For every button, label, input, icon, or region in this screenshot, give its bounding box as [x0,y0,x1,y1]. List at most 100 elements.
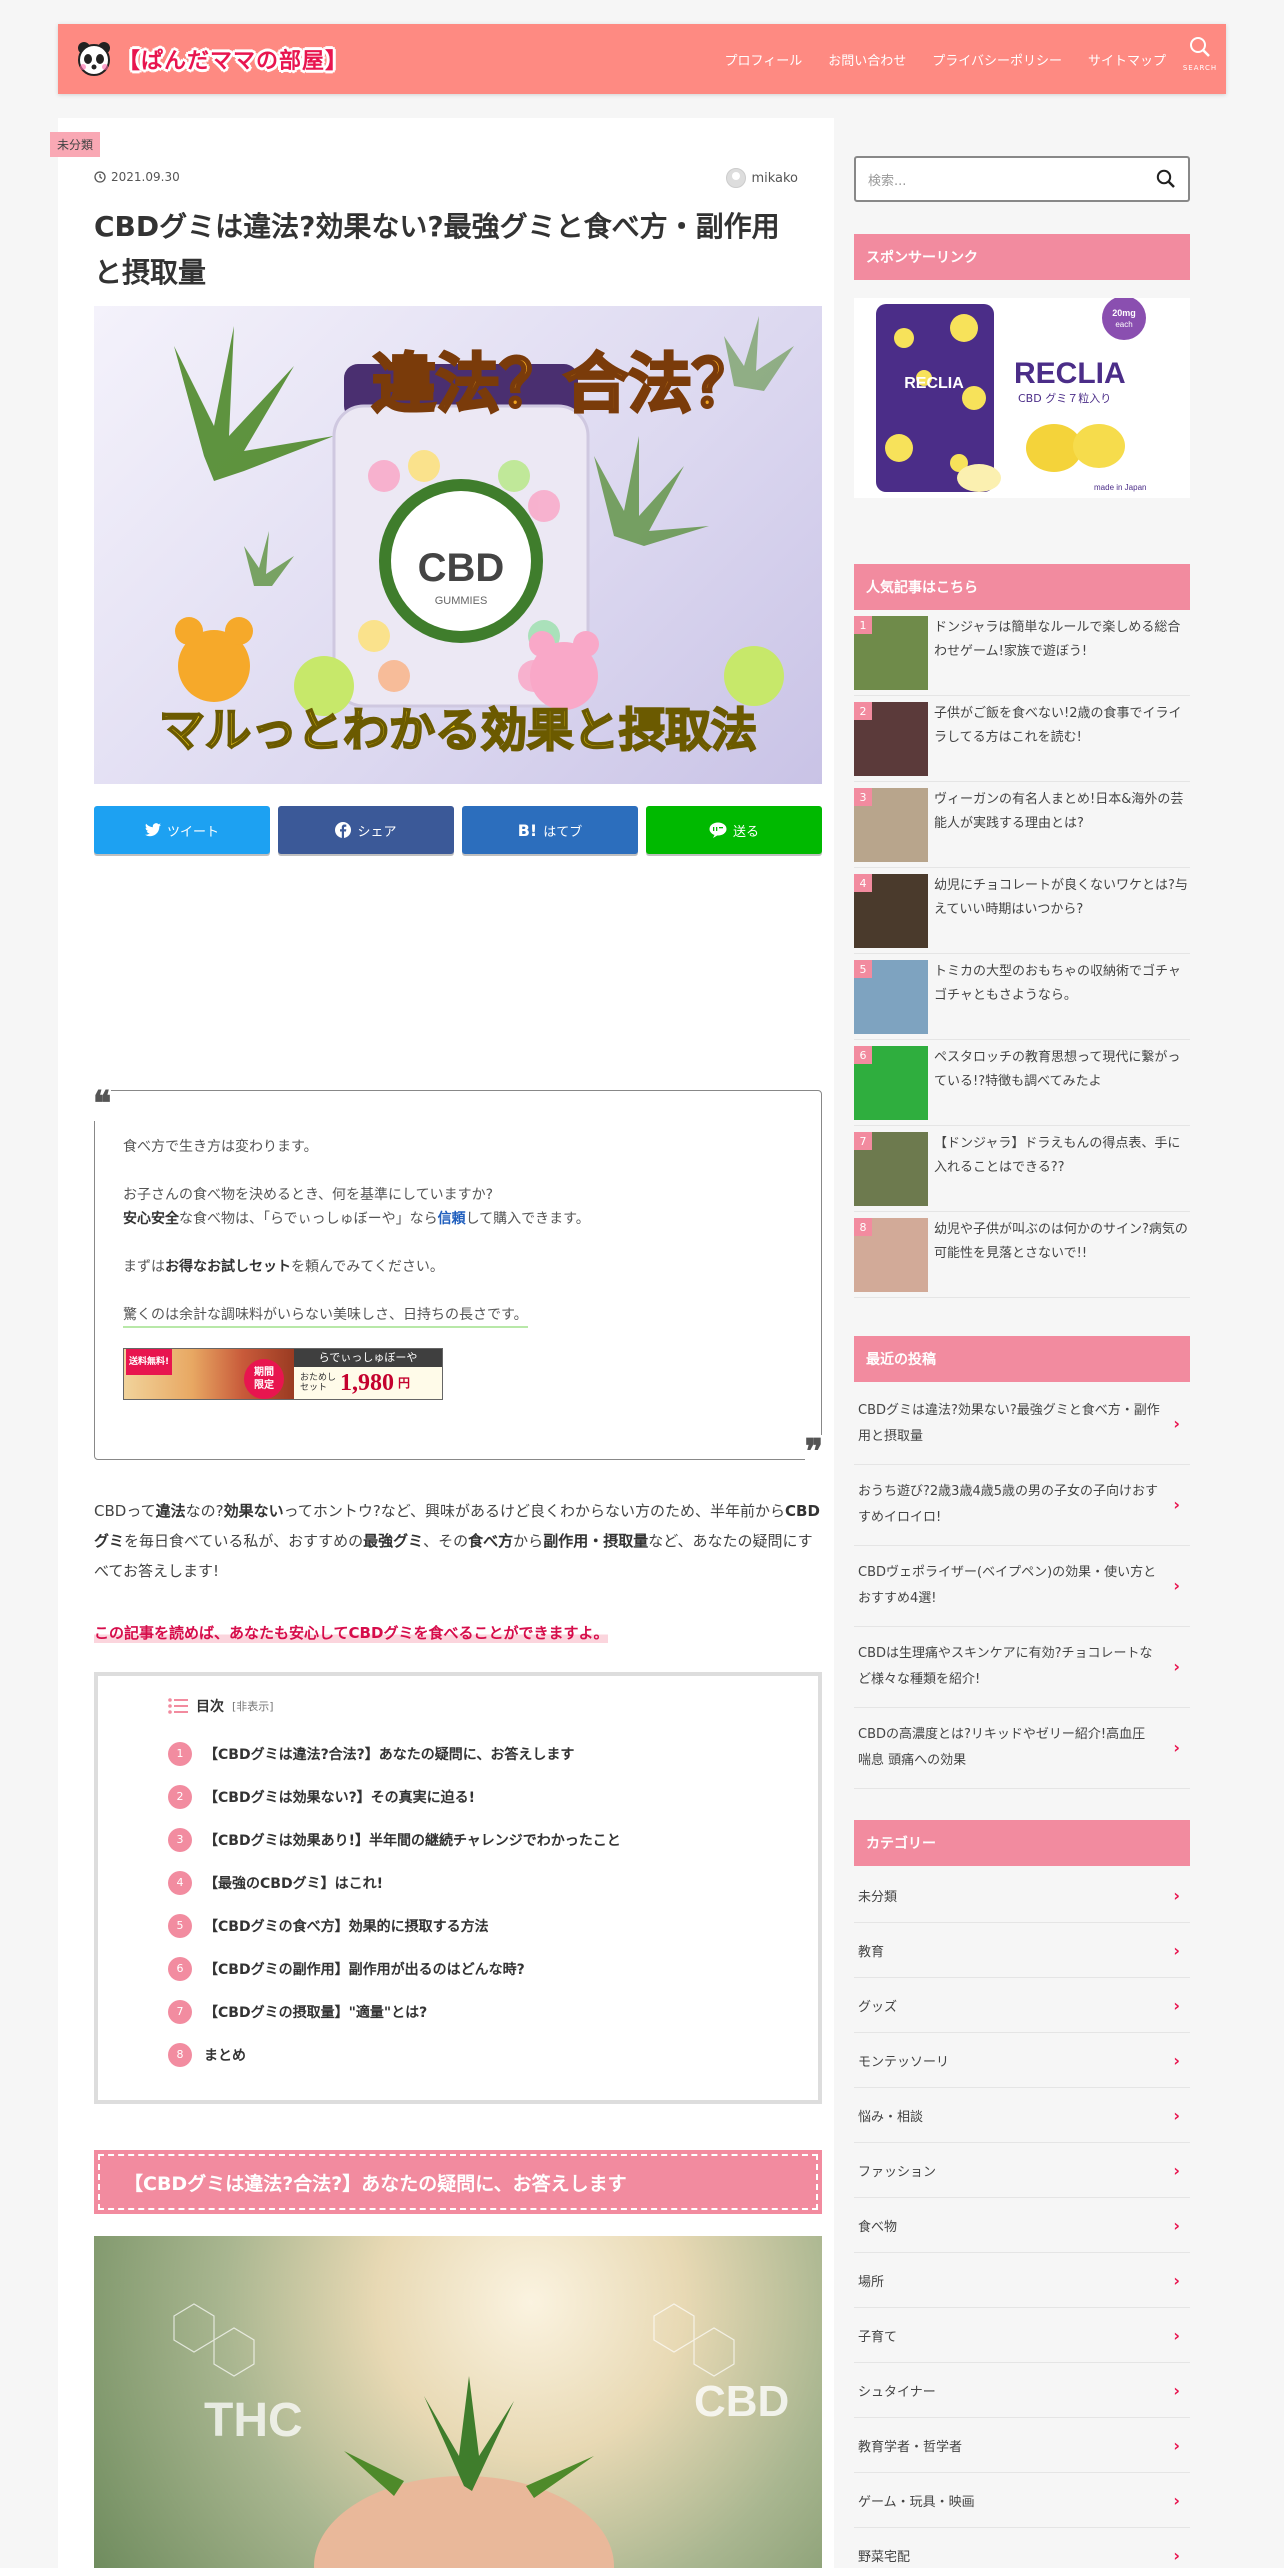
toc-number: 7 [168,1999,192,2024]
quote-trust-link[interactable]: 信頼 [438,1211,466,1227]
popular-rank: 3 [854,788,872,806]
header-search-button[interactable]: SEARCH [1180,36,1220,84]
recent-post-item[interactable]: CBDヴェポライザー(ベイプペン)の効果・使い方とおすすめ4選! › [854,1546,1190,1627]
recent-post-item[interactable]: CBDは生理痛やスキンケアに有効?チョコレートなど様々な種類を紹介! › [854,1627,1190,1708]
category-item[interactable]: 場所 › [854,2253,1190,2308]
popular-item[interactable]: 2 子供がご飯を食べない!2歳の食事でイライラしてる方はこれを読む! [854,696,1190,782]
share-line-button[interactable]: 送る [646,806,822,854]
category-label: 教育 [858,1944,885,1960]
eyecatch-image: CBD GUMMIES 違法？合法？ マルっとわかる効果と摂取法 [94,306,822,784]
toc-item[interactable]: 2 【CBDグミは効果ない?】その真実に迫る! [168,1775,818,1818]
share-facebook-button[interactable]: シェア [278,806,454,854]
promo-yen: 円 [398,1376,411,1390]
category-item[interactable]: 野菜宅配 › [854,2528,1190,2568]
search-placeholder: 検索... [868,173,907,189]
quote-line-2: お子さんの食べ物を決めるとき、何を基準にしていますか? 安心安全な食べ物は、「ら… [123,1183,793,1231]
sidebar-search-input[interactable]: 検索... [854,156,1190,202]
nav-profile[interactable]: プロフィール [724,50,802,69]
category-item[interactable]: ファッション › [854,2143,1190,2198]
ad-badge-b: each [1115,320,1132,329]
popular-item[interactable]: 5 トミカの大型のおもちゃの収納術でゴチャゴチャともさようなら。 [854,954,1190,1040]
post-author[interactable]: mikako [726,168,798,188]
site-logo[interactable]: 【ぱんだママの部屋】 [74,34,348,84]
category-badge[interactable]: 未分類 [50,132,101,157]
popular-item[interactable]: 7 【ドンジャラ】ドラえもんの得点表、手に入れることはできる?? [854,1126,1190,1212]
recent-post-title: CBDは生理痛やスキンケアに有効?チョコレートなど様々な種類を紹介! [858,1646,1153,1687]
chevron-right-icon: › [1173,2325,1180,2345]
share-twitter-button[interactable]: ツイート [94,806,270,854]
popular-title: 幼児にチョコレートが良くないワケとは?与えていい時期はいつから? [934,878,1188,917]
cbd-label: CBD [694,2377,789,2426]
recent-post-item[interactable]: CBDの高濃度とは?リキッドやゼリー紹介!高血圧 喘息 頭痛への効果 › [854,1708,1190,1789]
category-label: シュタイナー [858,2384,936,2400]
share-hatena-button[interactable]: B! はてブ [462,806,638,854]
intro-b5: 食べ方 [468,1532,514,1550]
toc-item[interactable]: 4 【最強のCBDグミ】はこれ! [168,1861,818,1904]
search-label: SEARCH [1182,64,1218,72]
jar-sub: GUMMIES [435,595,488,607]
list-icon [168,1698,188,1714]
category-label: 子育て [858,2329,898,2345]
chevron-right-icon: › [1173,2435,1180,2455]
category-item[interactable]: 教育学者・哲学者 › [854,2418,1190,2473]
popular-thumbnail: 2 [854,702,928,776]
category-item[interactable]: 食べ物 › [854,2198,1190,2253]
category-label: 食べ物 [858,2219,898,2235]
recent-post-item[interactable]: おうち遊び?2歳3歳4歳5歳の男の子女の子向けおすすめイロイロ! › [854,1465,1190,1546]
chevron-right-icon: › [1173,2050,1180,2070]
toc-item[interactable]: 7 【CBDグミの摂取量】"適量"とは? [168,1990,818,2033]
quote-line-3a: まずは [123,1259,165,1275]
popular-item[interactable]: 3 ヴィーガンの有名人まとめ!日本&海外の芸能人が実践する理由とは? [854,782,1190,868]
popular-item[interactable]: 4 幼児にチョコレートが良くないワケとは?与えていい時期はいつから? [854,868,1190,954]
recent-post-title: CBDの高濃度とは?リキッドやゼリー紹介!高血圧 喘息 頭痛への効果 [858,1727,1146,1768]
popular-thumbnail: 8 [854,1218,928,1292]
category-label: モンテッソーリ [858,2054,950,2070]
toc-item[interactable]: 5 【CBDグミの食べ方】効果的に摂取する方法 [168,1904,818,1947]
toc-item-label: 【CBDグミの食べ方】効果的に摂取する方法 [204,1918,489,1935]
line-icon [709,822,727,838]
category-item[interactable]: モンテッソーリ › [854,2033,1190,2088]
quote-line-4: 驚くのは余計な調味料がいらない美味しさ、日持ちの長さです。 [123,1304,528,1328]
category-item[interactable]: グッズ › [854,1978,1190,2033]
popular-item[interactable]: 8 幼児や子供が叫ぶのは何かのサイン?病気の可能性を見落とさないで!! [854,1212,1190,1298]
sponsor-ad[interactable]: RECLIA 20mg each RECLIA CBD グミ７粒入り made … [854,296,1190,498]
chevron-right-icon: › [1173,1657,1180,1676]
ad-brand-sub: CBD グミ７粒入り [1018,391,1111,405]
promo-limited-b: 限定 [254,1380,274,1391]
quote-box: ❝ ❞ 食べ方で生き方は変わります。 お子さんの食べ物を決めるとき、何を基準にし… [93,1084,823,1469]
toc-item[interactable]: 8 まとめ [168,2033,818,2076]
toc-item[interactable]: 1 【CBDグミは違法?合法?】あなたの疑問に、お答えします [168,1732,818,1775]
ad-brand: RECLIA [1014,357,1126,390]
toc-number: 1 [168,1741,192,1766]
category-list: 未分類 › 教育 › グッズ › モンテッソーリ › 悩み・相談 › ファッション › 食べ物 › 場所 › 子… [854,1868,1190,2568]
eyecatch-bottom-line: マルっとわかる効果と摂取法 [159,703,757,757]
toc-toggle[interactable]: [非表示] [232,1698,274,1714]
category-title: カテゴリー [854,1820,1190,1866]
toc-item[interactable]: 3 【CBDグミは効果あり!】半年間の継続チャレンジでわかったこと [168,1818,818,1861]
promo-banner[interactable]: 送料無料! 期間 限定 らでぃっしゅぼーや おためし セット 1,980 円 [123,1348,443,1400]
recent-post-item[interactable]: CBDグミは違法?効果ない?最強グミと食べ方・副作用と摂取量 › [854,1384,1190,1465]
nav-privacy[interactable]: プライバシーポリシー [932,50,1062,69]
category-item[interactable]: 教育 › [854,1923,1190,1978]
category-item[interactable]: 未分類 › [854,1868,1190,1923]
nav-sitemap[interactable]: サイトマップ [1088,50,1166,69]
popular-item[interactable]: 1 ドンジャラは簡単なルールで楽しめる総合わせゲーム!家族で遊ぼう! [854,610,1190,696]
quote-line-2a: お子さんの食べ物を決めるとき、何を基準にしていますか? [123,1187,494,1203]
category-item[interactable]: シュタイナー › [854,2363,1190,2418]
toc-item-label: 【CBDグミの摂取量】"適量"とは? [204,2004,428,2021]
chevron-right-icon: › [1173,1940,1180,1960]
search-icon[interactable] [1156,169,1176,189]
chevron-right-icon: › [1173,2105,1180,2125]
popular-title: 人気記事はこちら [854,564,1190,610]
open-quote-icon: ❝ [93,1084,112,1124]
nav-contact[interactable]: お問い合わせ [828,50,906,69]
sponsor-title: スポンサーリンク [854,234,1190,280]
popular-item[interactable]: 6 ペスタロッチの教育思想って現代に繋がっている!?特徴も調べてみたよ [854,1040,1190,1126]
category-label: ゲーム・玩具・映画 [858,2494,975,2510]
article: 未分類 2021.09.30 mikako CBDグミは違法?効果ない?最強グミ… [50,118,834,2568]
category-item[interactable]: ゲーム・玩具・映画 › [854,2473,1190,2528]
category-item[interactable]: 悩み・相談 › [854,2088,1190,2143]
toc-item[interactable]: 6 【CBDグミの副作用】副作用が出るのはどんな時? [168,1947,818,1990]
category-item[interactable]: 子育て › [854,2308,1190,2363]
chevron-right-icon: › [1173,2215,1180,2235]
